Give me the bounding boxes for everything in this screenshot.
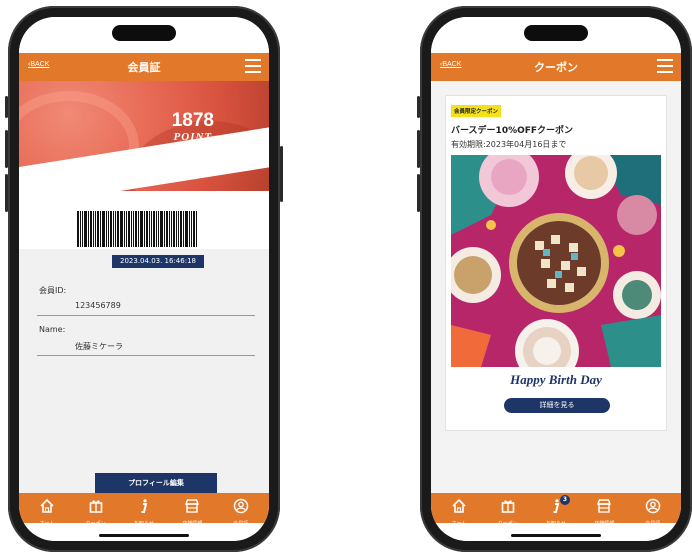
screen: ‹BACK 会員証 1878 POINT 2026/02/28 まで有効 202…: [19, 17, 269, 541]
store-icon: [184, 498, 200, 518]
points-label: POINT: [173, 131, 213, 143]
status-bar: [19, 17, 269, 53]
coupon-caption: Happy Birth Day: [510, 372, 602, 387]
mute-switch: [417, 96, 420, 118]
points-value: 1878: [171, 110, 214, 131]
back-link[interactable]: ‹BACK: [28, 61, 49, 68]
field-divider: [37, 315, 255, 316]
bottom-safe-area: [19, 523, 269, 541]
volume-down-button: [5, 174, 8, 212]
header-bar: ‹BACK クーポン: [431, 53, 681, 81]
member-barcode: [77, 211, 207, 247]
member-icon: [233, 498, 249, 518]
coupon-expiry: 有効期限:2023年04月16日まで: [451, 140, 567, 149]
home-indicator[interactable]: [511, 534, 601, 537]
hamburger-menu-icon[interactable]: [245, 59, 261, 73]
dynamic-island: [524, 25, 588, 41]
view-details-button[interactable]: 詳細を見る: [504, 398, 610, 413]
info-icon: [136, 498, 152, 518]
mute-switch: [5, 96, 8, 118]
coupon-title: バースデー10%OFFクーポン: [451, 126, 574, 136]
power-button: [280, 146, 283, 202]
home-indicator[interactable]: [99, 534, 189, 537]
volume-up-button: [417, 130, 420, 168]
page-title: 会員証: [127, 61, 161, 74]
status-bar: [431, 17, 681, 53]
dynamic-island: [112, 25, 176, 41]
name-label: Name:: [39, 325, 66, 334]
screen: ‹BACK クーポン 会員限定クーポン バースデー10%OFFクーポン 有効期限…: [431, 17, 681, 541]
home-icon: [39, 498, 55, 518]
points-expiry: 2026/02/28 まで有効: [150, 150, 221, 158]
header-bar: ‹BACK 会員証: [19, 53, 269, 81]
name-value: 佐藤ミケーラ: [75, 342, 123, 351]
back-link[interactable]: ‹BACK: [440, 61, 461, 68]
page-title: クーポン: [534, 61, 578, 74]
barcode-timestamp: 2023.04.03. 16:46:18: [112, 255, 204, 268]
volume-up-button: [5, 130, 8, 168]
hamburger-menu-icon[interactable]: [657, 59, 673, 73]
phone-coupon: ‹BACK クーポン 会員限定クーポン バースデー10%OFFクーポン 有効期限…: [417, 6, 692, 552]
edit-profile-button[interactable]: プロフィール編集: [95, 473, 217, 493]
store-icon: [596, 498, 612, 518]
home-icon: [451, 498, 467, 518]
field-divider: [37, 355, 255, 356]
bottom-safe-area: [431, 523, 681, 541]
gift-icon: [500, 498, 516, 518]
phone-member-card: ‹BACK 会員証 1878 POINT 2026/02/28 まで有効 202…: [5, 6, 283, 552]
members-only-badge: 会員限定クーポン: [451, 105, 502, 117]
coupon-image: [451, 155, 661, 367]
member-id-value: 123456789: [75, 301, 121, 310]
gift-icon: [88, 498, 104, 518]
points-display: 1878 POINT: [171, 110, 214, 144]
volume-down-button: [417, 174, 420, 212]
member-id-label: 会員ID:: [39, 286, 67, 295]
member-icon: [645, 498, 661, 518]
notification-badge: 3: [559, 494, 570, 505]
